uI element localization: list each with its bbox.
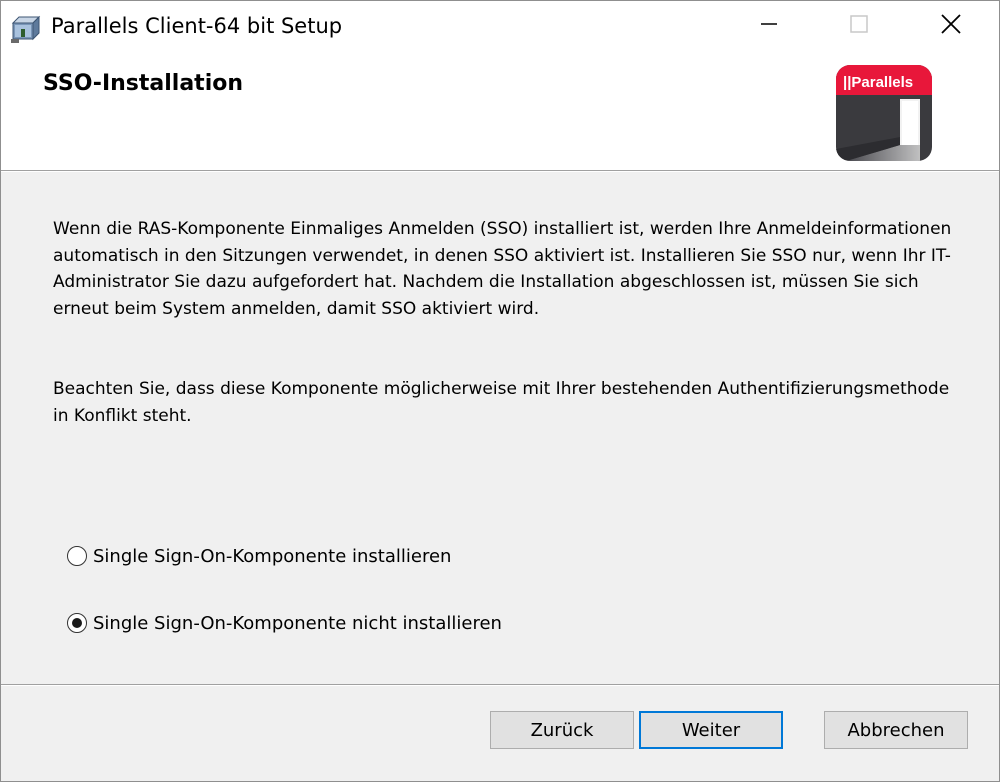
- maximize-icon: [849, 14, 869, 38]
- close-button[interactable]: [921, 1, 981, 51]
- radio-button-checked[interactable]: [67, 613, 87, 633]
- radio-selected-dot: [72, 618, 82, 628]
- maximize-button[interactable]: [829, 1, 889, 51]
- warning-paragraph: Beachten Sie, dass diese Komponente mögl…: [53, 379, 950, 426]
- window-title: Parallels Client-64 bit Setup: [51, 14, 343, 38]
- minimize-button[interactable]: [739, 1, 799, 51]
- setup-window: Parallels Client-64 bit Setup SSO-Instal…: [0, 0, 1000, 782]
- radio-button-unchecked[interactable]: [67, 546, 87, 566]
- footer-divider: [1, 684, 999, 686]
- cancel-button[interactable]: Abbrechen: [824, 711, 968, 749]
- radio-do-not-install-sso[interactable]: Single Sign-On-Komponente nicht installi…: [67, 609, 502, 637]
- radio-label-do-not-install[interactable]: Single Sign-On-Komponente nicht installi…: [93, 613, 502, 634]
- svg-text:||Parallels: ||Parallels: [843, 74, 913, 91]
- radio-install-sso[interactable]: Single Sign-On-Komponente installieren: [67, 542, 451, 570]
- close-icon: [939, 12, 963, 40]
- next-button[interactable]: Weiter: [639, 711, 783, 749]
- minimize-icon: [759, 14, 779, 38]
- description-paragraph: Wenn die RAS-Komponente Einmaliges Anmel…: [53, 219, 952, 319]
- parallels-logo: ||Parallels: [836, 65, 932, 161]
- page-title: SSO-Installation: [43, 71, 244, 96]
- back-button[interactable]: Zurück: [490, 711, 634, 749]
- header-banner: SSO-Installation ||Parallels: [1, 53, 999, 171]
- content-area: Wenn die RAS-Komponente Einmaliges Anmel…: [1, 172, 999, 684]
- installer-package-icon: [9, 13, 43, 45]
- radio-label-install[interactable]: Single Sign-On-Komponente installieren: [93, 546, 451, 567]
- title-bar: Parallels Client-64 bit Setup: [1, 1, 999, 53]
